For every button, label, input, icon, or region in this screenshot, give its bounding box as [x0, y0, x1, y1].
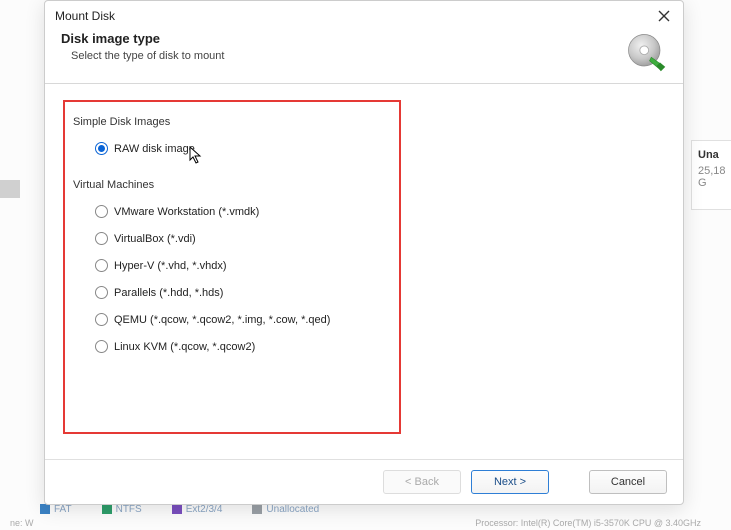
bg-status-text: ne: W Processor: Intel(R) Core(TM) i5-35…: [0, 518, 731, 530]
dialog-header: Disk image type Select the type of disk …: [45, 29, 683, 84]
close-icon: [658, 10, 670, 22]
bg-right-line2: 25,18 G: [698, 165, 725, 189]
group-label-simple: Simple Disk Images: [73, 116, 655, 128]
legend-ntfs: NTFS: [102, 504, 142, 515]
legend-fat: FAT: [40, 504, 72, 515]
bg-right-line1: Una: [698, 149, 725, 161]
legend-ext: Ext2/3/4: [172, 504, 223, 515]
bg-right-panel: Una 25,18 G: [691, 140, 731, 210]
dialog-titlebar: Mount Disk: [45, 1, 683, 29]
radio-icon: [95, 142, 108, 155]
dialog-footer: < Back Next > Cancel: [45, 459, 683, 504]
vm-options: VMware Workstation (*.vmdk) VirtualBox (…: [73, 205, 655, 353]
radio-icon: [95, 340, 108, 353]
option-label: RAW disk image: [114, 143, 195, 155]
option-label: Parallels (*.hdd, *.hds): [114, 287, 223, 299]
radio-icon: [95, 313, 108, 326]
close-button[interactable]: [655, 7, 673, 25]
option-label: Linux KVM (*.qcow, *.qcow2): [114, 341, 255, 353]
bg-selection-block: [0, 180, 20, 198]
radio-icon: [95, 286, 108, 299]
bg-status-right: Processor: Intel(R) Core(TM) i5-3570K CP…: [475, 518, 701, 528]
radio-icon: [95, 205, 108, 218]
option-label: VMware Workstation (*.vmdk): [114, 206, 259, 218]
cancel-button[interactable]: Cancel: [589, 470, 667, 494]
option-qemu[interactable]: QEMU (*.qcow, *.qcow2, *.img, *.cow, *.q…: [95, 313, 655, 326]
bg-status-left: ne: W: [10, 518, 34, 528]
option-vmware[interactable]: VMware Workstation (*.vmdk): [95, 205, 655, 218]
option-hyperv[interactable]: Hyper-V (*.vhd, *.vhdx): [95, 259, 655, 272]
dialog-title: Mount Disk: [55, 9, 115, 23]
option-linux-kvm[interactable]: Linux KVM (*.qcow, *.qcow2): [95, 340, 655, 353]
header-title: Disk image type: [61, 31, 224, 46]
option-label: Hyper-V (*.vhd, *.vhdx): [114, 260, 226, 272]
header-subtitle: Select the type of disk to mount: [71, 50, 224, 62]
option-virtualbox[interactable]: VirtualBox (*.vdi): [95, 232, 655, 245]
radio-icon: [95, 232, 108, 245]
simple-options: RAW disk image: [73, 142, 655, 155]
header-text-block: Disk image type Select the type of disk …: [61, 31, 224, 62]
mount-disk-dialog: Mount Disk Disk image type Select the ty…: [44, 0, 684, 505]
option-label: QEMU (*.qcow, *.qcow2, *.img, *.cow, *.q…: [114, 314, 330, 326]
option-raw-disk-image[interactable]: RAW disk image: [95, 142, 655, 155]
back-button[interactable]: < Back: [383, 470, 461, 494]
option-label: VirtualBox (*.vdi): [114, 233, 196, 245]
disk-icon: [625, 31, 667, 73]
radio-icon: [95, 259, 108, 272]
dialog-content: Simple Disk Images RAW disk image Virtua…: [45, 84, 683, 459]
next-button[interactable]: Next >: [471, 470, 549, 494]
legend-unallocated: Unallocated: [252, 504, 319, 515]
option-parallels[interactable]: Parallels (*.hdd, *.hds): [95, 286, 655, 299]
group-label-vm: Virtual Machines: [73, 179, 655, 191]
